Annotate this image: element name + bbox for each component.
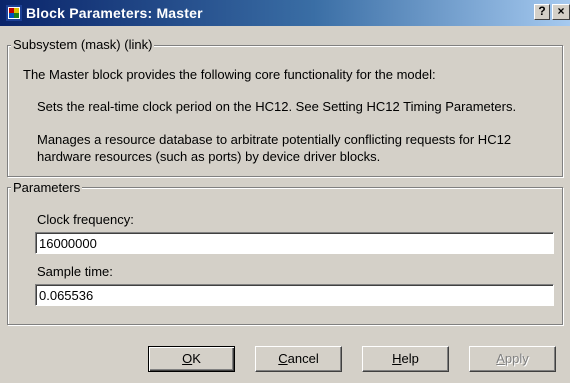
sample-time-input[interactable] [35,284,554,306]
cancel-mnemonic: C [278,351,288,366]
description-line-1: The Master block provides the following … [23,67,436,82]
parameters-group-label: Parameters [11,180,83,195]
title-bar[interactable]: Block Parameters: Master ? × [0,0,570,26]
clock-frequency-label: Clock frequency: [37,212,134,227]
description-line-2: Sets the real-time clock period on the H… [37,99,517,114]
cancel-label-rest: ancel [287,351,319,366]
window-title: Block Parameters: Master [26,5,203,21]
apply-label-rest: pply [504,351,529,366]
cancel-button[interactable]: Cancel [255,346,342,372]
sample-time-label: Sample time: [37,264,113,279]
help-label-rest: elp [401,351,419,366]
apply-button[interactable]: Apply [469,346,556,372]
apply-mnemonic: A [496,351,505,366]
help-mnemonic: H [392,351,402,366]
ok-label-rest: K [192,351,201,366]
help-title-button[interactable]: ? [534,4,550,20]
ok-button[interactable]: OK [148,346,235,372]
simulink-block-icon [6,5,22,21]
ok-mnemonic: O [182,351,193,366]
description-line-3: Manages a resource database to arbitrate… [37,132,512,147]
help-button[interactable]: Help [362,346,449,372]
close-button[interactable]: × [552,4,570,20]
description-line-4: hardware resources (such as ports) by de… [37,149,381,164]
clock-frequency-input[interactable] [35,232,554,254]
subsystem-group-label: Subsystem (mask) (link) [11,37,155,52]
